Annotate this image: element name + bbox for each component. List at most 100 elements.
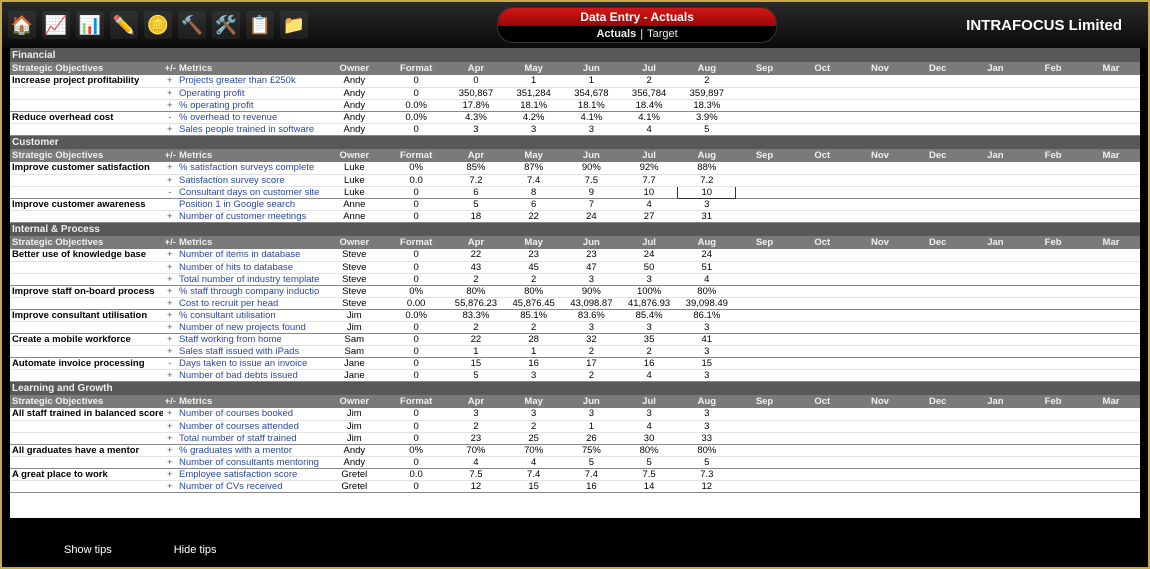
value-cell[interactable]: 43 — [447, 261, 505, 273]
value-cell[interactable]: 17 — [563, 357, 621, 369]
metric-name[interactable]: Employee satisfaction score — [177, 468, 323, 480]
value-cell[interactable] — [909, 123, 967, 135]
value-cell[interactable] — [909, 480, 967, 492]
value-cell[interactable] — [1082, 285, 1140, 297]
value-cell[interactable] — [1082, 210, 1140, 222]
value-cell[interactable] — [851, 369, 909, 381]
value-cell[interactable] — [1082, 162, 1140, 174]
value-cell[interactable]: 24 — [563, 210, 621, 222]
value-cell[interactable] — [1082, 261, 1140, 273]
value-cell[interactable]: 41,876.93 — [620, 297, 678, 309]
value-cell[interactable]: 45,876.45 — [505, 297, 563, 309]
value-cell[interactable]: 35 — [620, 333, 678, 345]
value-cell[interactable] — [851, 285, 909, 297]
value-cell[interactable] — [1082, 111, 1140, 123]
value-cell[interactable]: 80% — [678, 444, 736, 456]
value-cell[interactable] — [736, 369, 794, 381]
value-cell[interactable] — [1082, 357, 1140, 369]
value-cell[interactable]: 26 — [563, 432, 621, 444]
value-cell[interactable] — [851, 111, 909, 123]
value-cell[interactable]: 3 — [620, 408, 678, 420]
value-cell[interactable]: 3 — [678, 369, 736, 381]
value-cell[interactable]: 2 — [505, 273, 563, 285]
value-cell[interactable]: 10 — [620, 186, 678, 198]
value-cell[interactable]: 359,897 — [678, 87, 736, 99]
value-cell[interactable]: 45 — [505, 261, 563, 273]
value-cell[interactable] — [793, 285, 851, 297]
value-cell[interactable] — [736, 297, 794, 309]
value-cell[interactable] — [736, 99, 794, 111]
value-cell[interactable] — [793, 444, 851, 456]
value-cell[interactable]: 22 — [447, 333, 505, 345]
value-cell[interactable] — [851, 198, 909, 210]
value-cell[interactable] — [793, 174, 851, 186]
value-cell[interactable] — [967, 408, 1025, 420]
value-cell[interactable] — [909, 285, 967, 297]
value-cell[interactable] — [851, 333, 909, 345]
value-cell[interactable] — [1024, 210, 1082, 222]
value-cell[interactable]: 5 — [678, 123, 736, 135]
value-cell[interactable] — [793, 111, 851, 123]
value-cell[interactable]: 3 — [678, 408, 736, 420]
value-cell[interactable]: 32 — [563, 333, 621, 345]
value-cell[interactable] — [967, 333, 1025, 345]
value-cell[interactable]: 0 — [447, 75, 505, 87]
value-cell[interactable] — [851, 480, 909, 492]
value-cell[interactable]: 1 — [505, 75, 563, 87]
value-cell[interactable]: 12 — [447, 480, 505, 492]
value-cell[interactable] — [793, 249, 851, 261]
value-cell[interactable] — [793, 468, 851, 480]
value-cell[interactable]: 4.2% — [505, 111, 563, 123]
value-cell[interactable] — [736, 420, 794, 432]
value-cell[interactable]: 4 — [620, 198, 678, 210]
value-cell[interactable]: 50 — [620, 261, 678, 273]
value-cell[interactable] — [909, 309, 967, 321]
value-cell[interactable] — [909, 357, 967, 369]
value-cell[interactable] — [1024, 174, 1082, 186]
value-cell[interactable]: 1 — [447, 345, 505, 357]
value-cell[interactable] — [793, 420, 851, 432]
value-cell[interactable] — [1024, 480, 1082, 492]
value-cell[interactable] — [967, 162, 1025, 174]
value-cell[interactable] — [793, 198, 851, 210]
value-cell[interactable]: 30 — [620, 432, 678, 444]
metric-name[interactable]: Number of CVs received — [177, 480, 323, 492]
value-cell[interactable] — [1024, 261, 1082, 273]
metric-name[interactable]: Sales people trained in software — [177, 123, 323, 135]
value-cell[interactable] — [1024, 75, 1082, 87]
metric-name[interactable]: Total number of staff trained — [177, 432, 323, 444]
value-cell[interactable]: 5 — [678, 456, 736, 468]
value-cell[interactable] — [736, 309, 794, 321]
value-cell[interactable] — [1024, 468, 1082, 480]
value-cell[interactable] — [736, 408, 794, 420]
metric-name[interactable]: Number of courses booked — [177, 408, 323, 420]
tools-icon[interactable]: 🛠️ — [212, 11, 240, 39]
value-cell[interactable] — [967, 309, 1025, 321]
value-cell[interactable] — [736, 456, 794, 468]
value-cell[interactable]: 3 — [505, 408, 563, 420]
value-cell[interactable] — [1082, 297, 1140, 309]
value-cell[interactable]: 4 — [678, 273, 736, 285]
value-cell[interactable] — [909, 420, 967, 432]
value-cell[interactable]: 350,867 — [447, 87, 505, 99]
value-cell[interactable] — [909, 99, 967, 111]
value-cell[interactable]: 80% — [447, 285, 505, 297]
value-cell[interactable] — [736, 480, 794, 492]
value-cell[interactable] — [851, 162, 909, 174]
value-cell[interactable]: 14 — [620, 480, 678, 492]
value-cell[interactable] — [967, 420, 1025, 432]
value-cell[interactable] — [851, 174, 909, 186]
value-cell[interactable] — [1082, 123, 1140, 135]
value-cell[interactable] — [909, 111, 967, 123]
value-cell[interactable]: 7 — [563, 198, 621, 210]
value-cell[interactable]: 80% — [620, 444, 678, 456]
value-cell[interactable] — [1024, 333, 1082, 345]
value-cell[interactable] — [1024, 432, 1082, 444]
value-cell[interactable]: 33 — [678, 432, 736, 444]
value-cell[interactable] — [793, 75, 851, 87]
value-cell[interactable]: 2 — [447, 273, 505, 285]
value-cell[interactable]: 18.1% — [505, 99, 563, 111]
value-cell[interactable]: 85.4% — [620, 309, 678, 321]
value-cell[interactable]: 27 — [620, 210, 678, 222]
value-cell[interactable] — [967, 297, 1025, 309]
